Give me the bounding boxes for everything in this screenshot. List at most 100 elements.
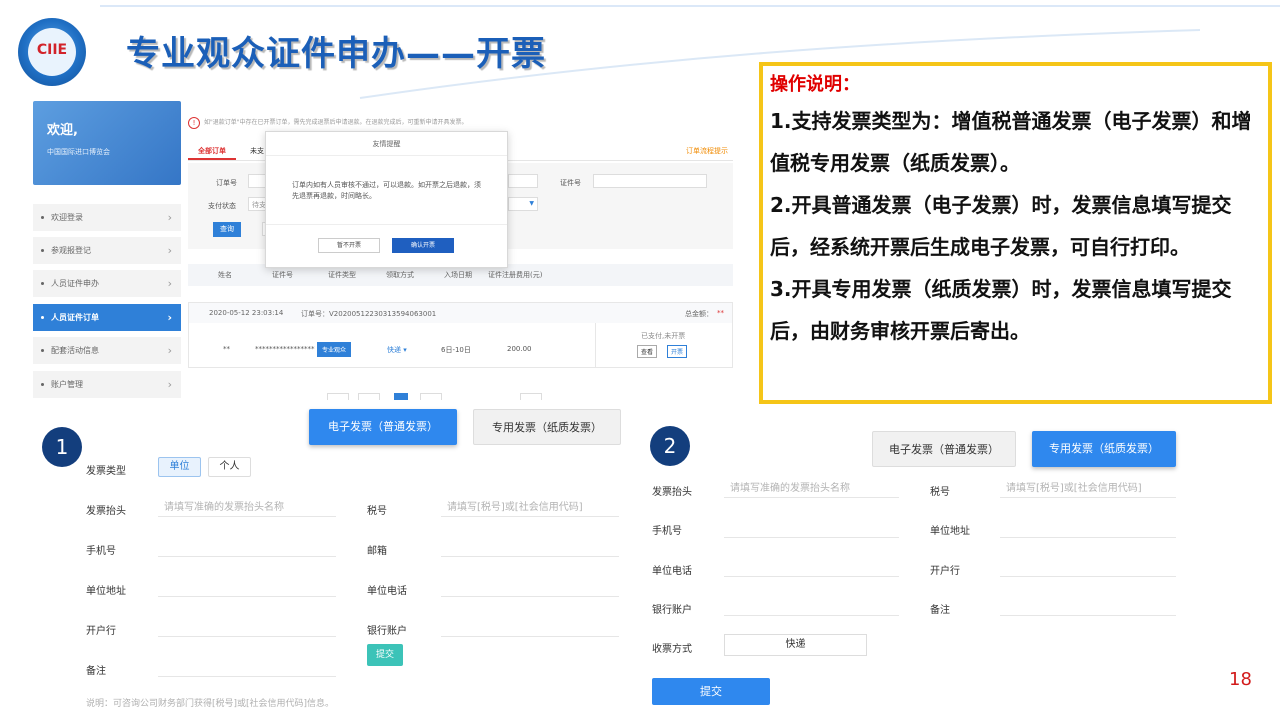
tab-unpaid[interactable]: 未支 bbox=[250, 146, 264, 156]
email-label: 邮箱 bbox=[367, 546, 387, 557]
special-invoice-tab[interactable]: 专用发票（纸质发票） bbox=[1032, 431, 1176, 467]
sidebar-item-cert-order[interactable]: 人员证件订单 › bbox=[33, 304, 181, 331]
unit-phone-input[interactable] bbox=[724, 576, 899, 577]
order-time: 2020-05-12 23:03:14 bbox=[209, 309, 284, 317]
phone-input[interactable] bbox=[158, 556, 336, 557]
electronic-invoice-tab[interactable]: 电子发票（普通发票） bbox=[309, 409, 457, 445]
bank-account-input[interactable] bbox=[724, 615, 899, 616]
submit-electronic-button[interactable]: 提交 bbox=[367, 644, 403, 666]
unit-address-label: 单位地址 bbox=[86, 586, 126, 597]
sidebar-item-registration[interactable]: 参观报登记 › bbox=[33, 237, 181, 264]
field-underline bbox=[724, 497, 899, 498]
cert-no-input[interactable] bbox=[593, 174, 707, 188]
bullet-icon bbox=[41, 282, 44, 285]
notice-text: 如"退款订单"中存在已开票订单，需先完成退票后申请退款。在退款完成后，可重新申请… bbox=[204, 119, 468, 126]
invoice-title-input[interactable]: 请填写准确的发票抬头名称 bbox=[730, 479, 850, 494]
cancel-invoice-button[interactable]: 暂不开票 bbox=[318, 238, 380, 253]
bank-account-label: 银行账户 bbox=[367, 626, 407, 637]
bank-input[interactable] bbox=[158, 636, 336, 637]
electronic-invoice-tab[interactable]: 电子发票（普通发票） bbox=[872, 431, 1016, 467]
order-total-value: ** bbox=[717, 309, 724, 317]
pager-page[interactable] bbox=[358, 393, 380, 400]
invoice-title-label: 发票抬头 bbox=[86, 506, 126, 517]
tax-no-input[interactable]: 请填写[税号]或[社会信用代码] bbox=[447, 498, 583, 513]
remark-label: 备注 bbox=[930, 605, 950, 616]
confirm-invoice-button[interactable]: 确认开票 bbox=[392, 238, 454, 253]
bank-input[interactable] bbox=[1000, 576, 1176, 577]
remark-label: 备注 bbox=[86, 666, 106, 677]
remark-input[interactable] bbox=[1000, 615, 1176, 616]
unit-phone-input[interactable] bbox=[441, 596, 619, 597]
invoice-button[interactable]: 开票 bbox=[667, 345, 688, 358]
pager-next[interactable] bbox=[520, 393, 542, 400]
org-name: 中国国际进口博览会 bbox=[47, 148, 110, 156]
order-number: 订单号：V2020051223031359406300​1 bbox=[301, 310, 437, 318]
sidebar-item-label: 配套活动信息 bbox=[51, 346, 99, 355]
filter-input-hidden[interactable] bbox=[508, 174, 538, 188]
order-name: ** bbox=[223, 345, 230, 353]
step-1-marker: 1 bbox=[42, 427, 82, 467]
bank-label: 开户行 bbox=[930, 566, 960, 577]
filter-select-hidden[interactable]: ▼ bbox=[508, 197, 538, 211]
submit-special-button[interactable]: 提交 bbox=[652, 678, 770, 705]
col-fee: 证件注册费用(元) bbox=[488, 271, 543, 279]
tax-no-input[interactable]: 请填写[税号]或[社会信用代码] bbox=[1006, 479, 1142, 494]
unit-address-input[interactable] bbox=[1000, 537, 1176, 538]
caret-down-icon: ▼ bbox=[529, 200, 534, 207]
pager-current[interactable] bbox=[394, 393, 408, 400]
sidebar-item-activities[interactable]: 配套活动信息 › bbox=[33, 337, 181, 364]
unit-phone-label: 单位电话 bbox=[367, 586, 407, 597]
phone-label: 手机号 bbox=[652, 526, 682, 537]
dialog-title: 友情提醒 bbox=[266, 132, 507, 156]
view-button[interactable]: 查看 bbox=[637, 345, 658, 358]
remark-input[interactable] bbox=[158, 676, 336, 677]
sidebar-item-label: 欢迎登录 bbox=[51, 213, 83, 222]
email-input[interactable] bbox=[441, 556, 619, 557]
sidebar-item-welcome-login[interactable]: 欢迎登录 › bbox=[33, 204, 181, 231]
receive-method-select[interactable]: 快递 bbox=[724, 634, 867, 656]
cert-type-badge: 专业观众 bbox=[317, 342, 352, 357]
row-divider bbox=[595, 323, 596, 367]
chevron-right-icon: › bbox=[167, 311, 172, 324]
bank-label: 开户行 bbox=[86, 626, 116, 637]
bullet-icon bbox=[41, 216, 44, 219]
sidebar-item-account[interactable]: 账户管理 › bbox=[33, 371, 181, 398]
pager-page[interactable] bbox=[420, 393, 442, 400]
field-underline bbox=[441, 516, 619, 517]
chevron-right-icon: › bbox=[167, 378, 172, 391]
chevron-right-icon: › bbox=[167, 211, 172, 224]
special-invoice-tab[interactable]: 专用发票（纸质发票） bbox=[473, 409, 621, 445]
query-button[interactable]: 查询 bbox=[213, 222, 241, 237]
pager-prev[interactable] bbox=[327, 393, 349, 400]
invoice-type-unit-option[interactable]: 单位 bbox=[158, 457, 201, 477]
confirm-invoice-dialog: 友情提醒 订单内如有人员审核不通过，可以退款。如开票之后退款，须先退票再退款，时… bbox=[265, 131, 508, 268]
tab-all-orders[interactable]: 全部订单 bbox=[198, 146, 226, 156]
phone-input[interactable] bbox=[724, 537, 899, 538]
field-underline bbox=[158, 516, 336, 517]
bullet-icon bbox=[41, 383, 44, 386]
unit-address-label: 单位地址 bbox=[930, 526, 970, 537]
sidebar-item-cert-apply[interactable]: 人员证件申办 › bbox=[33, 270, 181, 297]
invoice-title-label: 发票抬头 bbox=[652, 487, 692, 498]
order-fee: 200.00 bbox=[507, 345, 532, 353]
refund-notice: ! 如"退款订单"中存在已开票订单，需先完成退票后申请退款。在退款完成后，可重新申… bbox=[188, 114, 733, 132]
chevron-right-icon: › bbox=[167, 244, 172, 257]
unit-address-input[interactable] bbox=[158, 596, 336, 597]
order-row: 2020-05-12 23:03:14 订单号：V202005122303135… bbox=[188, 302, 733, 368]
instruction-2: 2.开具普通发票（电子发票）时，发票信息填写提交后，经系统开票后生成电子发票，可… bbox=[770, 193, 1232, 259]
col-date: 入场日期 bbox=[444, 271, 472, 279]
invoice-type-personal-option[interactable]: 个人 bbox=[208, 457, 251, 477]
tax-no-label: 税号 bbox=[930, 487, 950, 498]
pay-status-label: 支付状态 bbox=[208, 202, 236, 210]
bullet-icon bbox=[41, 249, 44, 252]
instruction-1: 1.支持发票类型为：增值税普通发票（电子发票）和增值税专用发票（纸质发票）。 bbox=[770, 109, 1252, 175]
bullet-icon bbox=[41, 349, 44, 352]
instructions-panel: 操作说明： 1.支持发票类型为：增值税普通发票（电子发票）和增值税专用发票（纸质… bbox=[759, 62, 1272, 404]
col-delivery: 领取方式 bbox=[386, 271, 414, 279]
order-process-tip-link[interactable]: 订单流程提示 bbox=[686, 146, 728, 156]
order-cert: ***************** bbox=[255, 345, 315, 353]
invoice-title-input[interactable]: 请填写准确的发票抬头名称 bbox=[164, 498, 284, 513]
payment-status: 已支付,未开票 bbox=[641, 332, 686, 340]
delivery-dropdown[interactable]: 快递 ▾ bbox=[387, 345, 407, 355]
bank-account-input[interactable] bbox=[441, 636, 619, 637]
